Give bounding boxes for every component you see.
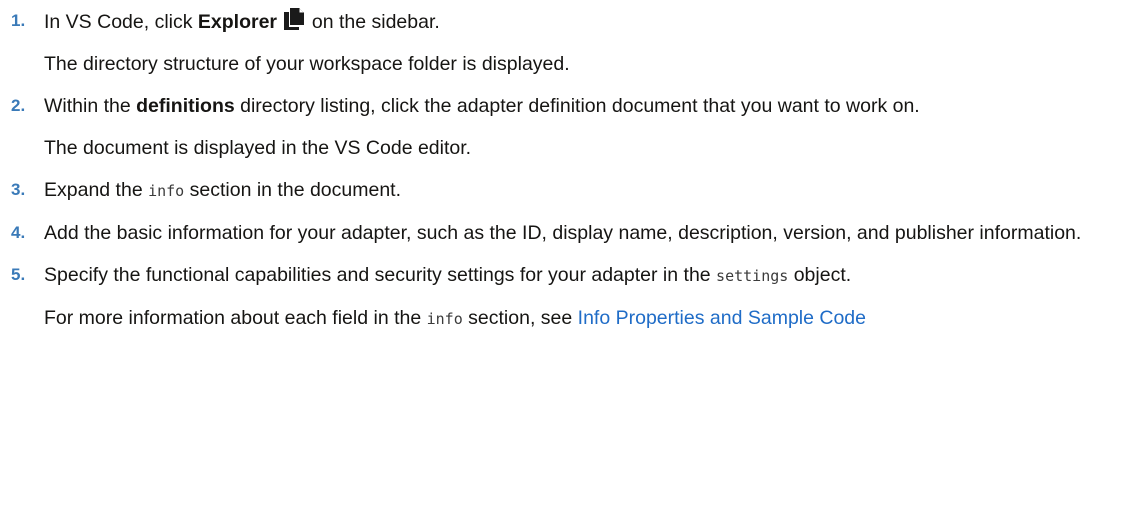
step-3: 3. Expand the info section in the docume… (0, 177, 1132, 204)
explorer-files-icon (284, 8, 305, 30)
ui-label-definitions: definitions (136, 95, 235, 117)
step-number: 2. (11, 96, 26, 115)
info-properties-link[interactable]: Info Properties and Sample Code (578, 307, 866, 329)
step-1: 1. In VS Code, click Explorer on the sid… (0, 8, 1132, 77)
step-2: 2. Within the definitions directory list… (0, 93, 1132, 161)
ui-label-explorer: Explorer (197, 11, 278, 33)
step-instruction: Within the definitions directory listing… (44, 95, 920, 117)
step-instruction: In VS Code, click Explorer on the sideba… (44, 8, 1112, 35)
procedure-steps: 1. In VS Code, click Explorer on the sid… (0, 0, 1132, 332)
step-result: The document is displayed in the VS Code… (44, 137, 472, 159)
step-5: 5. Specify the functional capabilities a… (0, 262, 1132, 332)
step-result: The directory structure of your workspac… (44, 53, 570, 75)
step-number: 5. (11, 265, 26, 284)
code-settings: settings (716, 267, 789, 285)
step-number: 4. (11, 223, 26, 242)
step-result: For more information about each field in… (44, 307, 866, 329)
step-4: 4. Add the basic information for your ad… (0, 220, 1132, 246)
step-instruction: Expand the info section in the document. (44, 179, 402, 201)
step-instruction: Specify the functional capabilities and … (44, 264, 852, 286)
step-number: 1. (11, 11, 26, 30)
step-number: 3. (11, 180, 26, 199)
code-info: info (426, 310, 463, 328)
code-info: info (148, 182, 185, 200)
step-instruction: Add the basic information for your adapt… (44, 222, 1082, 244)
